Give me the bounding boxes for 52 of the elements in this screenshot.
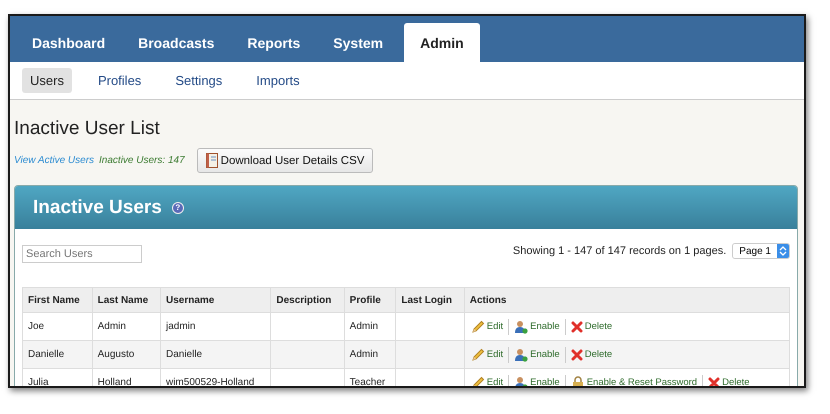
action-link[interactable]: Enable & Reset Password — [568, 376, 700, 386]
column-header[interactable]: Last Name — [92, 288, 160, 312]
download-button[interactable]: Download User Details CSV — [196, 148, 374, 173]
pencil-icon — [472, 376, 485, 386]
page-title: Inactive User List — [14, 118, 161, 140]
column-header[interactable]: Actions — [464, 288, 790, 312]
column-header[interactable]: Last Login — [396, 288, 464, 312]
column-header[interactable]: First Name — [22, 288, 92, 312]
nav-tab[interactable]: Broadcasts — [122, 35, 230, 62]
search-field[interactable]: Search Users — [22, 245, 142, 263]
person-icon — [514, 376, 528, 386]
table-cell: Julia — [22, 368, 92, 386]
action-link[interactable]: Enable — [512, 320, 562, 334]
sub-nav-tab[interactable]: Profiles — [90, 68, 150, 93]
column-header[interactable]: Username — [160, 288, 271, 312]
nav-tab[interactable]: Reports — [231, 35, 316, 62]
cross-icon — [708, 376, 720, 386]
stepper-icon — [777, 244, 789, 258]
help-icon[interactable]: ? — [172, 202, 184, 214]
sub-nav-tab[interactable]: Settings — [167, 68, 230, 93]
action-link[interactable]: Edit — [470, 376, 506, 386]
action-link[interactable]: Edit — [470, 320, 506, 333]
person-icon — [514, 348, 528, 362]
cross-icon — [570, 348, 583, 360]
document-icon — [206, 153, 218, 168]
action-link[interactable]: Delete — [568, 320, 614, 332]
action-link[interactable]: Delete — [706, 376, 752, 386]
pencil-icon — [472, 320, 485, 333]
action-link[interactable]: Enable — [512, 348, 562, 362]
view-active-users-link[interactable]: View Active Users — [14, 155, 94, 166]
records-summary: Showing 1 - 147 of 147 records on 1 pages. — [512, 245, 726, 257]
sub-nav-tab[interactable]: Imports — [248, 68, 308, 93]
column-header[interactable]: Profile — [344, 288, 396, 312]
page-select[interactable]: Page 1 — [732, 243, 790, 259]
padlock-icon — [570, 376, 585, 386]
pencil-icon — [472, 348, 485, 361]
nav-tab[interactable]: Dashboard — [16, 35, 122, 62]
action-link[interactable]: Enable — [512, 376, 562, 386]
table-cell: Augusto — [92, 340, 160, 368]
table-cell: Admin — [344, 340, 396, 368]
person-icon — [514, 320, 528, 334]
column-header[interactable]: Description — [270, 288, 344, 312]
action-link[interactable]: Delete — [568, 348, 614, 360]
action-link[interactable]: Edit — [470, 348, 506, 361]
table-cell: Danielle — [22, 340, 92, 368]
cross-icon — [570, 320, 583, 332]
table-cell: Danielle — [160, 340, 271, 368]
inactive-count: Inactive Users: 147 — [99, 155, 185, 166]
panel-title: Inactive Users — [33, 196, 162, 218]
sub-nav-tab[interactable]: Users — [22, 68, 72, 93]
nav-tab[interactable]: System — [317, 35, 400, 62]
nav-tab[interactable]: Admin — [404, 23, 480, 62]
